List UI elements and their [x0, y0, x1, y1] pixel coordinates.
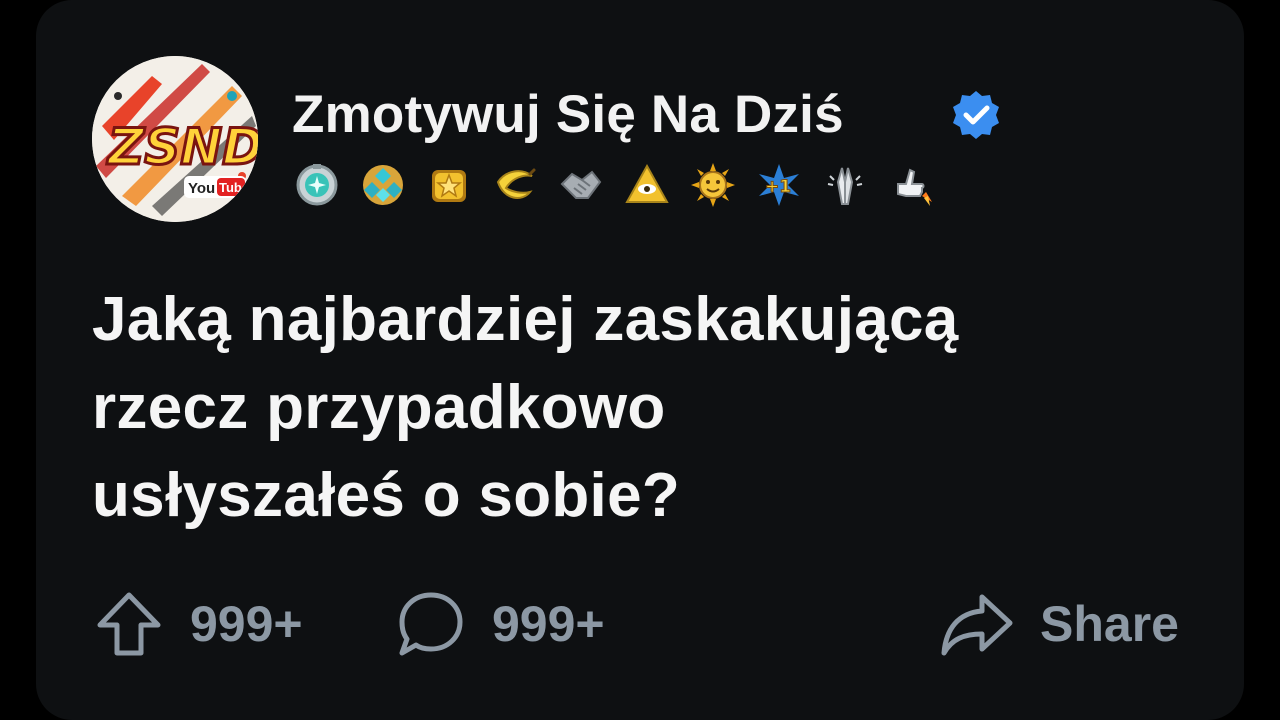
banana-award-icon: [496, 168, 536, 199]
upvote-button[interactable]: 999+: [94, 588, 303, 660]
comment-bubble-icon: [399, 592, 463, 656]
action-bar: 999+ 999+ Share: [36, 588, 1244, 660]
comment-button[interactable]: 999+: [396, 588, 605, 660]
share-arrow-icon: [941, 594, 1013, 656]
comment-count: 999+: [492, 596, 605, 652]
zsnd-logo-icon: ZSND You Tube: [92, 56, 258, 222]
spotlight-award-icon: [296, 164, 338, 206]
verified-badge-icon: [953, 91, 999, 139]
handshake-award-icon: [560, 170, 602, 199]
question-line: Jaką najbardziej zaskakującą: [92, 285, 959, 354]
post-card: ZSND You Tube Zmotywuj Się Na Dziś +1 Ja…: [36, 0, 1244, 720]
svg-text:ZSND: ZSND: [106, 118, 258, 176]
upvote-count: 999+: [190, 596, 303, 652]
award-badges: +1: [294, 160, 934, 210]
plus-one-award-icon: +1: [759, 164, 799, 206]
svg-text:+1: +1: [765, 177, 791, 197]
sun-face-award-icon: [691, 163, 735, 207]
question-line: usłyszałeś o sobie?: [92, 461, 681, 530]
pyramid-eye-award-icon: [625, 163, 669, 203]
gem-cluster-award-icon: [363, 165, 403, 205]
svg-text:Tube: Tube: [219, 180, 249, 195]
channel-avatar[interactable]: ZSND You Tube: [92, 56, 258, 222]
thumbs-up-rocket-award-icon: [897, 168, 932, 206]
account-name[interactable]: Zmotywuj Się Na Dziś: [292, 84, 844, 145]
praying-hands-award-icon: [827, 167, 863, 205]
share-button[interactable]: Share: [940, 588, 1179, 660]
question-line: rzecz przypadkowo: [92, 373, 666, 442]
share-label: Share: [1040, 596, 1179, 652]
upvote-arrow-icon: [97, 592, 161, 656]
svg-text:You: You: [188, 180, 215, 197]
post-question: Jaką najbardziej zaskakującą rzecz przyp…: [92, 276, 1212, 540]
gold-star-award-icon: [432, 170, 466, 202]
